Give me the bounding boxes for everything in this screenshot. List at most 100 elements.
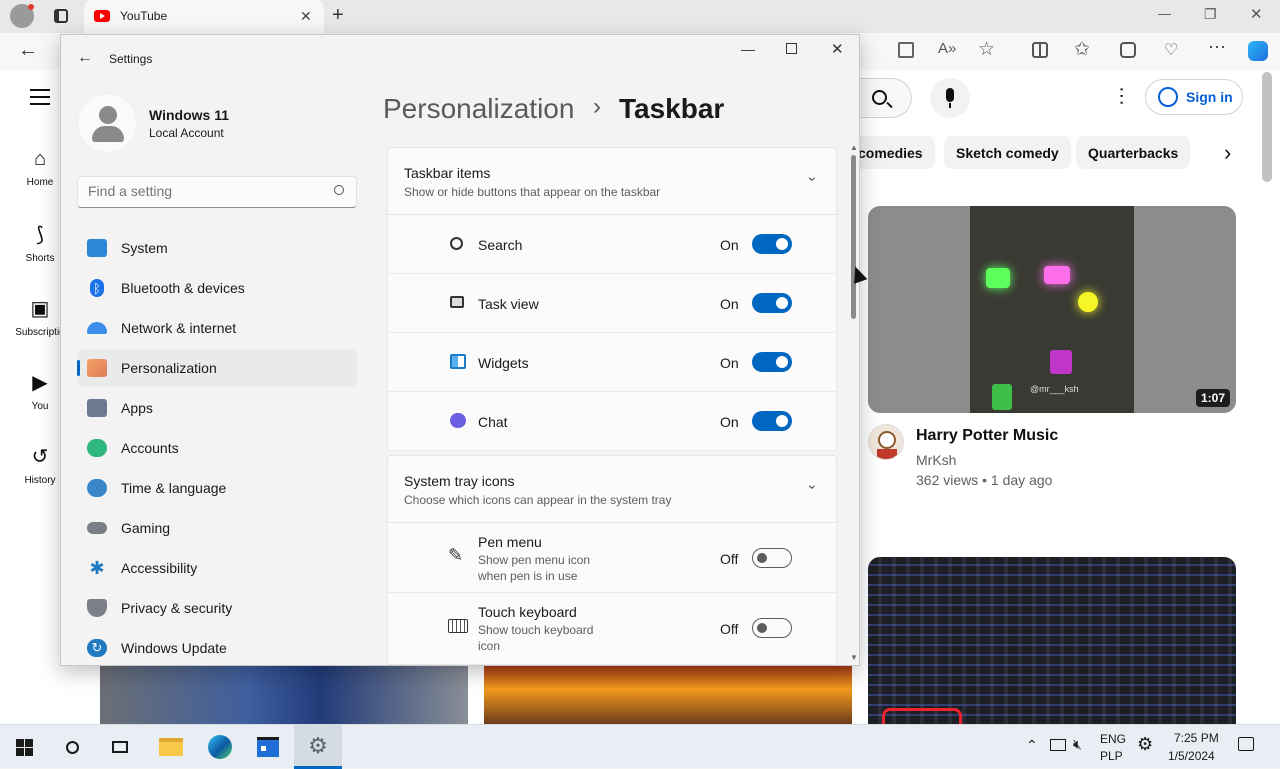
language-line2[interactable]: PLP [1100,749,1123,763]
collections-icon[interactable] [1120,42,1136,58]
app-available-icon[interactable] [898,42,914,58]
favorite-star-icon[interactable]: ☆ [978,38,995,61]
profile-avatar-icon[interactable] [10,4,34,28]
volume-muted-icon[interactable]: 🔇︎ [1073,736,1082,753]
file-explorer-button[interactable] [147,725,195,769]
breadcrumb-separator: › [593,93,601,120]
pen-icon: ✎ [448,545,464,565]
nav-item-privacy[interactable]: Privacy & security [77,590,357,626]
signin-button[interactable]: Sign in [1145,79,1243,115]
channel-name[interactable]: MrKsh [916,452,956,468]
search-toggle[interactable] [752,234,792,254]
account-circle-icon [1158,87,1178,107]
toggle-state: Off [720,621,739,637]
tab-actions-icon[interactable] [50,6,72,26]
chip-quarterbacks[interactable]: Quarterbacks [1076,136,1191,169]
split-screen-icon[interactable] [1032,42,1048,58]
nav-item-personalization[interactable]: Personalization [77,350,357,386]
video-duration: 1:07 [1195,389,1230,407]
channel-avatar[interactable] [868,424,904,460]
chevron-up-icon[interactable]: ‹ [802,177,818,182]
settings-app-title: Settings [109,52,153,66]
widgets-toggle[interactable] [752,352,792,372]
chevron-up-icon[interactable]: ‹ [802,485,818,490]
browser-restore-button[interactable]: ❐ [1204,6,1217,23]
gear-icon: ⚙ [308,732,328,758]
fireplace-thumbnail[interactable] [484,666,852,724]
server-rack-thumbnail[interactable] [868,557,1236,724]
nav-item-bluetooth[interactable]: ᛒ Bluetooth & devices [77,270,357,306]
search-icon [334,185,344,195]
tab-close-icon[interactable]: ✕ [300,8,312,25]
settings-maximize-button[interactable] [786,43,797,54]
nav-item-apps[interactable]: Apps [77,390,357,426]
settings-back-icon[interactable]: ← [77,49,93,67]
start-button[interactable] [0,725,48,769]
video-title[interactable]: Harry Potter Music [916,427,1058,445]
account-type: Local Account [149,126,224,140]
back-arrow-icon[interactable]: ← [18,39,38,62]
task-view-toggle[interactable] [752,293,792,313]
network-status-icon[interactable] [1050,739,1066,751]
clock-date[interactable]: 1/5/2024 [1168,749,1215,763]
chevron-right-icon[interactable]: › [1224,140,1231,166]
search-button[interactable] [858,78,912,118]
widgets-icon [450,354,466,369]
nav-item-time-language[interactable]: Time & language [77,470,357,506]
read-aloud-icon[interactable]: A» [938,40,956,57]
copilot-icon[interactable] [1248,41,1268,61]
settings-gear-icon[interactable]: ⚙ [1137,734,1153,755]
video-meta: 362 views • 1 day ago [916,472,1053,488]
settings-close-button[interactable]: ✕ [831,40,844,58]
new-tab-button[interactable]: + [332,4,344,27]
nav-item-network[interactable]: Network & internet [77,310,357,346]
nav-item-accessibility[interactable]: ✱ Accessibility [77,550,357,586]
clock-time[interactable]: 7:25 PM [1174,731,1219,745]
hamburger-menu-icon[interactable] [30,89,50,105]
notification-center-icon[interactable] [1238,737,1254,751]
system-tray-header[interactable]: System tray icons Choose which icons can… [387,455,837,523]
nav-item-system[interactable]: System [77,230,357,266]
taskbar-search-button[interactable] [48,725,96,769]
more-menu-icon[interactable]: ··· [1208,36,1226,57]
breadcrumb-parent[interactable]: Personalization [383,93,574,125]
scroll-up-arrow[interactable]: ▲ [850,143,858,152]
nav-item-label: Windows Update [121,640,227,656]
browser-minimize-button[interactable]: — [1158,6,1171,21]
browser-close-button[interactable]: ✕ [1250,5,1263,23]
row-label: Widgets [478,355,529,371]
edge-button[interactable] [196,725,244,769]
favorites-icon[interactable]: ✩ [1074,38,1090,61]
tray-item-touch-keyboard: Touch keyboard Show touch keyboard icon … [387,593,837,665]
nav-item-windows-update[interactable]: ↻ Windows Update [77,630,357,665]
settings-minimize-button[interactable]: — [741,41,755,57]
video-watermark: @mr___ksh [1030,384,1079,394]
store-button[interactable] [244,725,292,769]
browser-essentials-icon[interactable]: ♡ [1164,40,1178,60]
toggle-state: On [720,355,739,371]
language-line1[interactable]: ENG [1100,732,1126,746]
voice-search-button[interactable] [930,78,970,118]
show-hidden-icons-chevron[interactable]: ⌃ [1026,737,1038,754]
settings-taskbar-button[interactable]: ⚙ [294,725,342,769]
nav-item-gaming[interactable]: Gaming [77,510,357,546]
task-view-button[interactable] [96,725,144,769]
settings-scrollbar-thumb[interactable] [851,155,856,319]
settings-kebab-icon[interactable]: ··· [1110,86,1133,106]
scroll-down-arrow[interactable]: ▼ [850,653,858,662]
chat-toggle[interactable] [752,411,792,431]
page-scrollbar[interactable] [1262,72,1272,182]
chip-sketch-comedy[interactable]: Sketch comedy [944,136,1071,169]
time-language-icon [87,479,107,497]
office-thumbnail[interactable] [100,666,468,724]
nav-item-accounts[interactable]: Accounts [77,430,357,466]
settings-search-input[interactable] [88,183,318,199]
section-title: System tray icons [404,473,515,489]
taskbar-items-header[interactable]: Taskbar items Show or hide buttons that … [387,147,837,215]
video-thumbnail[interactable]: @mr___ksh 1:07 [868,206,1236,413]
tab-youtube[interactable]: YouTube ✕ [84,0,324,33]
taskbar-item-search: Search On [387,215,837,274]
touch-keyboard-toggle[interactable] [752,618,792,638]
settings-search-field[interactable] [77,176,357,208]
pen-menu-toggle[interactable] [752,548,792,568]
